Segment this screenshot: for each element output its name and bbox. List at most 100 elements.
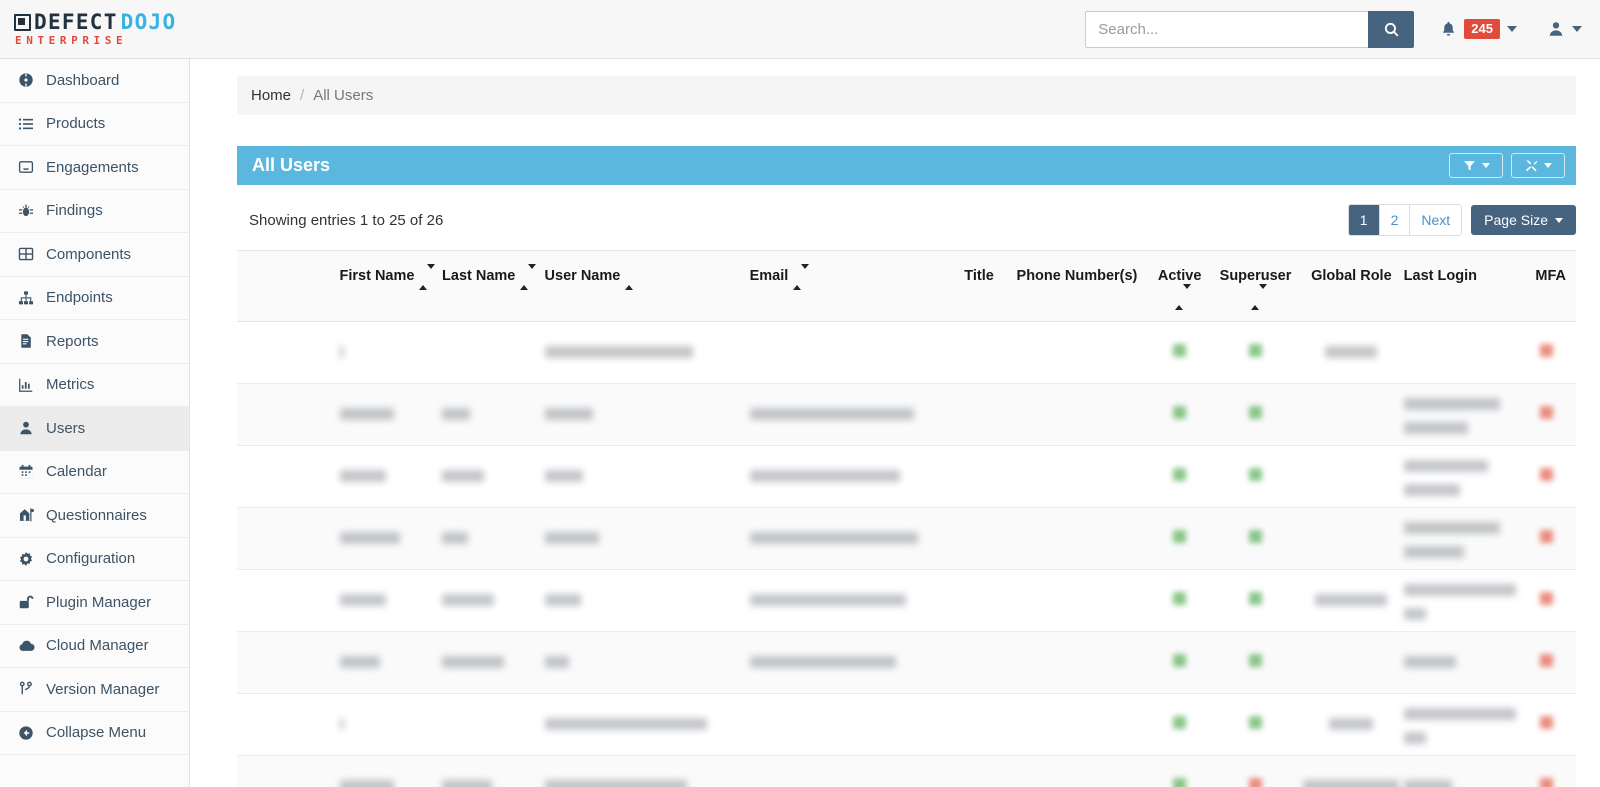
status-active-icon (1147, 570, 1212, 632)
chevron-down-icon (1555, 218, 1563, 223)
table-cell (1004, 508, 1148, 570)
breadcrumb: Home / All Users (237, 76, 1576, 115)
table-row[interactable] (237, 384, 1576, 446)
search-button[interactable] (1368, 11, 1414, 48)
table-cell (1004, 570, 1148, 632)
table-cell (955, 384, 1004, 446)
table-row[interactable] (237, 570, 1576, 632)
table-cell (750, 446, 955, 508)
search-box (1085, 11, 1414, 48)
sidebar-item-engagements[interactable]: Engagements (0, 146, 189, 190)
table-cell (1299, 756, 1404, 787)
table-cell (1404, 694, 1517, 756)
table-row[interactable] (237, 322, 1576, 384)
sidebar-item-metrics[interactable]: Metrics (0, 364, 189, 408)
search-icon (1383, 21, 1400, 38)
sidebar-item-findings[interactable]: Findings (0, 190, 189, 234)
table-cell (340, 694, 443, 756)
breadcrumb-home-link[interactable]: Home (251, 87, 291, 104)
column-header-email[interactable]: Email (750, 251, 955, 322)
sidebar-item-plugin-manager[interactable]: Plugin Manager (0, 581, 189, 625)
sidebar-item-components[interactable]: Components (0, 233, 189, 277)
sort-indicator-icon[interactable] (520, 269, 529, 285)
column-header-label: User Name (545, 268, 621, 284)
cloud-icon (17, 638, 35, 654)
column-header-label: Last Name (442, 268, 515, 284)
top-bar-right: 245 (1085, 11, 1600, 48)
table-cell (340, 570, 443, 632)
status-inactive-icon (1516, 632, 1576, 694)
table-cell (1299, 570, 1404, 632)
user-icon (17, 420, 35, 436)
sidebar-item-questionnaires[interactable]: Questionnaires (0, 494, 189, 538)
table-cell (1299, 322, 1404, 384)
sort-indicator-icon[interactable] (419, 269, 428, 285)
sidebar-item-endpoints[interactable]: Endpoints (0, 277, 189, 321)
users-table: First NameLast NameUser NameEmailTitlePh… (237, 251, 1576, 787)
sidebar-item-version-manager[interactable]: Version Manager (0, 668, 189, 712)
search-input[interactable] (1085, 11, 1368, 48)
sidebar-item-label: Engagements (46, 159, 139, 176)
pagination-link-2[interactable]: 2 (1380, 205, 1411, 235)
column-header-superuser[interactable]: Superuser (1212, 251, 1299, 322)
filter-button[interactable] (1449, 153, 1503, 178)
table-cell (442, 508, 545, 570)
sidebar-item-configuration[interactable]: Configuration (0, 538, 189, 582)
logo-mark-icon (14, 14, 31, 31)
column-header-last-name[interactable]: Last Name (442, 251, 545, 322)
table-row[interactable] (237, 694, 1576, 756)
tools-button[interactable] (1511, 153, 1565, 178)
table-cell (750, 756, 955, 787)
table-cell (955, 322, 1004, 384)
breadcrumb-current: All Users (313, 87, 373, 104)
chevron-down-icon (1572, 26, 1582, 32)
column-header-user-name[interactable]: User Name (545, 251, 750, 322)
sidebar-item-users[interactable]: Users (0, 407, 189, 451)
unlock-icon (17, 594, 35, 610)
notifications-button[interactable]: 245 (1440, 19, 1517, 39)
table-row[interactable] (237, 632, 1576, 694)
table-cell (955, 632, 1004, 694)
status-active-icon (1212, 570, 1299, 632)
sidebar-item-reports[interactable]: Reports (0, 320, 189, 364)
column-header-mfa: MFA (1516, 251, 1576, 322)
status-active-icon (1212, 446, 1299, 508)
gear-icon (17, 551, 35, 567)
sidebar-item-collapse-menu[interactable]: Collapse Menu (0, 712, 189, 756)
sidebar-item-products[interactable]: Products (0, 103, 189, 147)
sidebar-item-calendar[interactable]: Calendar (0, 451, 189, 495)
column-header-active[interactable]: Active (1147, 251, 1212, 322)
user-menu-button[interactable] (1547, 20, 1582, 38)
arrow-circle-left-icon (17, 725, 35, 741)
clipboard-flag-icon (17, 507, 35, 523)
column-header-label: First Name (340, 268, 415, 284)
table-cell (237, 570, 340, 632)
sort-indicator-icon[interactable] (1251, 289, 1260, 305)
sidebar-item-label: Findings (46, 202, 103, 219)
table-cell (1299, 632, 1404, 694)
page-size-button[interactable]: Page Size (1471, 205, 1576, 235)
sort-indicator-icon[interactable] (793, 269, 802, 285)
sort-indicator-icon[interactable] (1175, 289, 1184, 305)
table-cell (442, 694, 545, 756)
table-row[interactable] (237, 756, 1576, 787)
pagination-link-next[interactable]: Next (1410, 205, 1461, 235)
table-cell (545, 570, 750, 632)
table-row[interactable] (237, 446, 1576, 508)
sidebar-item-dashboard[interactable]: Dashboard (0, 59, 189, 103)
column-header-first-name[interactable]: First Name (340, 251, 443, 322)
table-cell (1004, 694, 1148, 756)
table-cell (750, 384, 955, 446)
column-header-label: MFA (1535, 268, 1566, 284)
sidebar-item-cloud-manager[interactable]: Cloud Manager (0, 625, 189, 669)
sidebar-item-label: Reports (46, 333, 99, 350)
brand-logo[interactable]: DEFECT DOJO ENTERPRISE (0, 12, 190, 47)
status-active-icon (1212, 508, 1299, 570)
pagination-link-1[interactable]: 1 (1349, 205, 1380, 235)
sort-indicator-icon[interactable] (625, 269, 634, 285)
breadcrumb-separator: / (300, 87, 304, 104)
table-row[interactable] (237, 508, 1576, 570)
panel-header: All Users (237, 146, 1576, 185)
sidebar-item-label: Components (46, 246, 131, 263)
chevron-down-icon (1507, 26, 1517, 32)
